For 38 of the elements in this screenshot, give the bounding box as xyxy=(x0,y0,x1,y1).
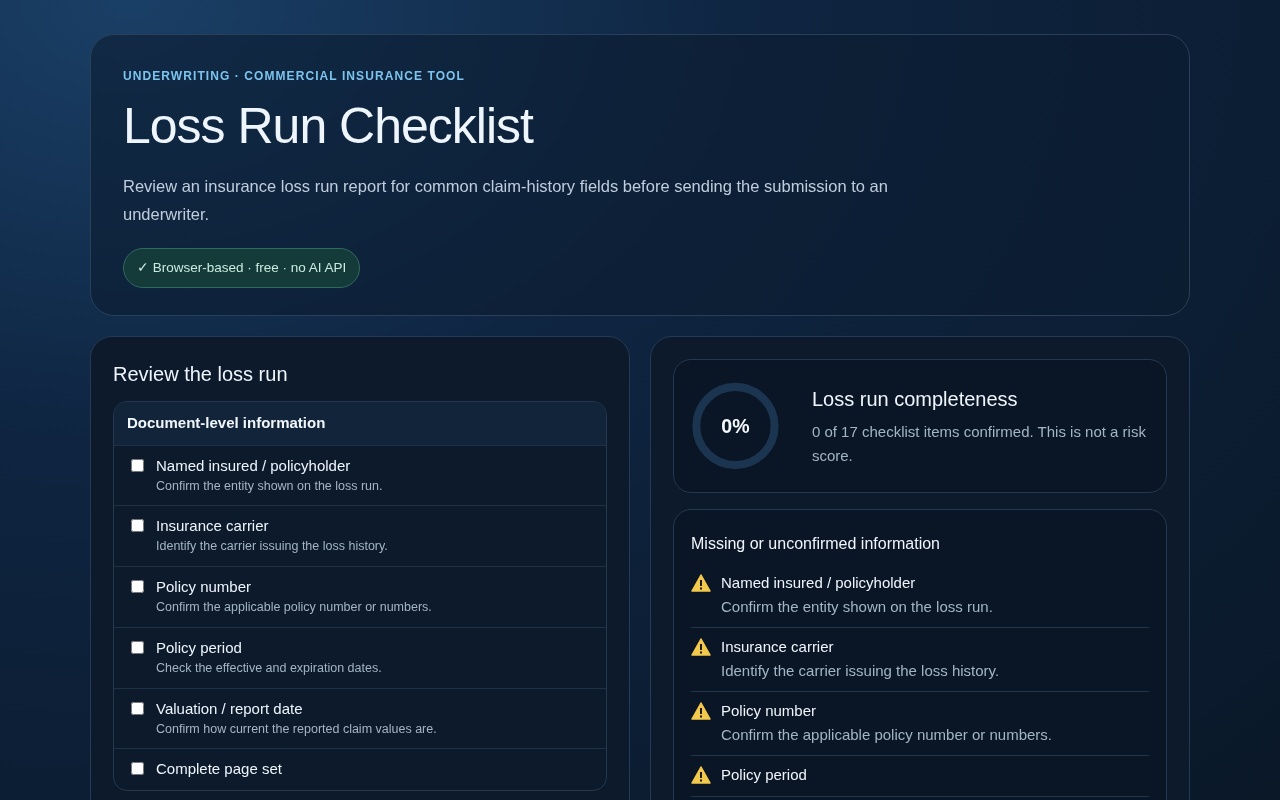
item-hint: Confirm the applicable policy number or numbers. xyxy=(156,599,432,616)
item-hint: Check the effective and expiration dates. xyxy=(156,659,382,677)
item-label: Policy number xyxy=(156,577,253,597)
item-label: Valuation / report date xyxy=(156,698,304,719)
panel-title: Review the loss run xyxy=(113,362,289,387)
item-hint: Confirm the entity shown on the loss run. xyxy=(721,596,993,617)
item-label: Policy period xyxy=(156,637,243,658)
page-title: Loss Run Checklist xyxy=(123,99,535,154)
section-header: Document-level information xyxy=(114,402,606,445)
checkbox[interactable] xyxy=(131,580,144,593)
percent-text: 0% xyxy=(721,415,750,438)
warning-icon xyxy=(691,702,711,720)
checkbox[interactable] xyxy=(131,701,144,715)
checkbox[interactable] xyxy=(131,762,144,776)
card-title: Missing or unconfirmed information xyxy=(691,534,941,554)
warning-icon xyxy=(691,574,711,592)
completeness-summary: 0 of 17 checklist items confirmed. This is not a risk score. xyxy=(811,422,1147,466)
warning-icon xyxy=(691,766,711,784)
checkbox[interactable] xyxy=(131,640,144,654)
page-description: Review an insurance loss run report for common claim-history fields before sending the submission to an underwriter. xyxy=(123,176,889,225)
item-hint: Confirm how current the reported claim values are. xyxy=(156,720,437,738)
checkbox[interactable] xyxy=(131,458,144,472)
item-hint: Confirm the applicable policy number or numbers. xyxy=(721,724,1052,745)
item-label: Policy number xyxy=(721,701,818,721)
item-label: Named insured / policyholder xyxy=(156,455,352,476)
eyebrow-text: UNDERWRITING · COMMERCIAL INSURANCE TOOL xyxy=(123,68,466,85)
item-hint: Identify the carrier issuing the loss history. xyxy=(156,538,388,556)
item-label: Insurance carrier xyxy=(156,516,270,537)
item-hint: Confirm the entity shown on the loss run. xyxy=(156,477,383,495)
item-label: Named insured / policyholder xyxy=(721,573,917,593)
checkbox[interactable] xyxy=(131,519,144,533)
warning-icon xyxy=(691,638,711,656)
card-title: Loss run completeness xyxy=(811,387,1019,412)
item-label: Complete page set xyxy=(156,759,282,780)
item-hint: Identify the carrier issuing the loss history. xyxy=(721,660,1000,681)
item-label: Insurance carrier xyxy=(721,637,835,657)
info-pill: ✓ Browser-based · free · no AI API xyxy=(123,248,361,289)
item-label: Policy period xyxy=(721,765,807,785)
